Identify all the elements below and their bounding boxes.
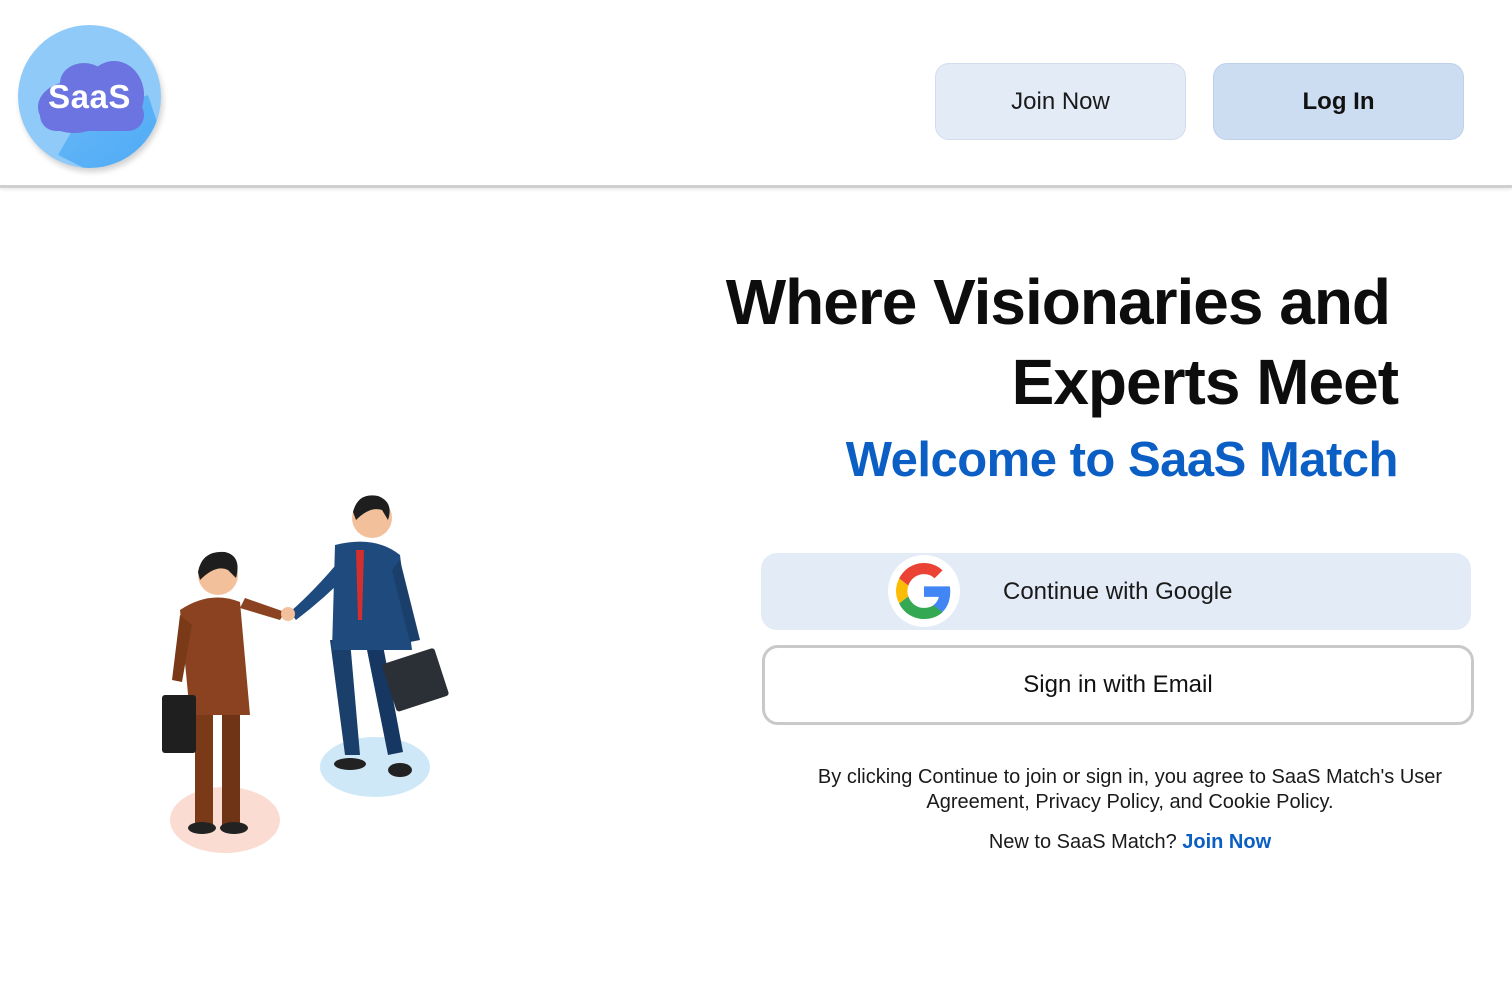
terms-notice: By clicking Continue to join or sign in,… — [790, 765, 1470, 815]
terms-line-2: Agreement, Privacy Policy, and Cookie Po… — [926, 791, 1334, 813]
handshake-illustration — [150, 490, 460, 865]
heading-line-1: Where Visionaries and — [725, 266, 1391, 338]
terms-line-1: By clicking Continue to join or sign in,… — [817, 766, 1443, 788]
signup-prompt-text: New to SaaS Match? — [988, 831, 1177, 853]
google-button-label: Continue with Google — [1003, 578, 1233, 605]
logo-text: SaaS — [48, 78, 131, 115]
top-navbar: SaaS Join Now Log In — [0, 0, 1512, 188]
join-now-button[interactable]: Join Now — [935, 63, 1186, 140]
sign-in-with-email-button[interactable]: Sign in with Email — [762, 645, 1474, 725]
signup-prompt: New to SaaS Match? Join Now — [790, 831, 1470, 854]
join-now-link[interactable]: Join Now — [1182, 831, 1271, 853]
businessman-left — [162, 551, 285, 834]
handshake-hands — [281, 607, 295, 621]
businessman-right — [290, 495, 449, 777]
log-in-button[interactable]: Log In — [1213, 63, 1464, 140]
google-icon-badge — [888, 555, 960, 627]
hero-heading: Where Visionaries and Experts Meet — [690, 262, 1430, 422]
continue-with-google-button[interactable]: Continue with Google — [761, 553, 1471, 630]
saas-logo[interactable]: SaaS — [18, 25, 161, 168]
welcome-subheading: Welcome to SaaS Match — [845, 433, 1399, 487]
google-g-icon — [896, 563, 951, 619]
heading-line-2: Experts Meet — [1011, 346, 1399, 418]
